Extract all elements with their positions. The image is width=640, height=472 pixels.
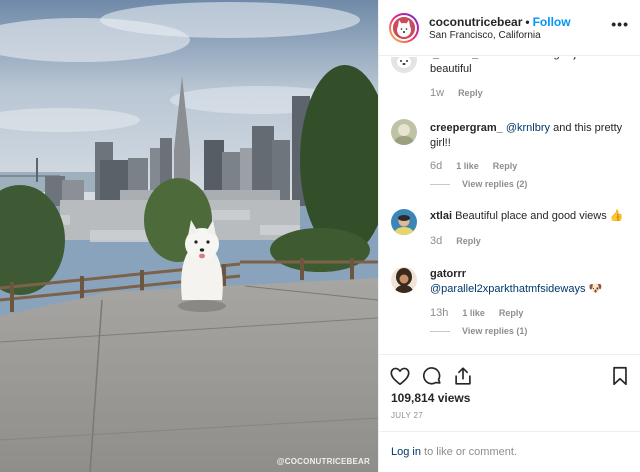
comment-avatar[interactable] <box>391 57 417 73</box>
post-date[interactable]: JULY 27 <box>391 411 423 420</box>
comment-username[interactable]: l_laroco_lr <box>430 57 486 60</box>
view-replies-button[interactable]: View replies (1) <box>430 326 527 336</box>
comment-likes[interactable]: 1 like <box>462 308 485 318</box>
post-actions: 109,814 views JULY 27 Log in to like or … <box>379 354 640 472</box>
replies-divider <box>430 331 450 333</box>
avatar-image <box>393 17 415 39</box>
reply-button[interactable]: Reply <box>456 236 481 246</box>
post-location[interactable]: San Francisco, California <box>429 30 541 41</box>
photo-scene <box>0 0 378 472</box>
comment-avatar[interactable] <box>391 209 417 235</box>
reply-button[interactable]: Reply <box>499 308 524 318</box>
bookmark-icon[interactable] <box>609 365 631 387</box>
header-user-line: coconutricebear • Follow <box>429 15 571 29</box>
comment-mention[interactable]: @parallel2xparkthatmfsideways <box>430 283 585 295</box>
login-link[interactable]: Log in <box>391 446 421 458</box>
comment-meta: 6d 1 like Reply <box>430 160 517 172</box>
comment-time[interactable]: 13h <box>430 307 448 319</box>
heart-icon[interactable] <box>389 365 411 387</box>
login-suffix: to like or comment. <box>424 446 517 458</box>
comment-message: Beautiful place and good views 👍 <box>455 210 624 222</box>
comment-text: l_laroco_lr Damn this dog is just so bea… <box>430 57 630 77</box>
avatar[interactable] <box>389 13 419 43</box>
comment-icon[interactable] <box>421 365 443 387</box>
view-replies-button[interactable]: View replies (2) <box>430 179 527 189</box>
comment-time[interactable]: 6d <box>430 160 442 172</box>
comment-message: 🐶 <box>588 283 603 295</box>
comment-text: xtlai Beautiful place and good views 👍 <box>430 209 630 224</box>
comment-text: gatorrr @parallel2xparkthatmfsideways 🐶 <box>430 267 630 297</box>
comment-avatar[interactable] <box>391 267 417 293</box>
comment-meta: 3d Reply <box>430 235 481 247</box>
view-replies-label: View replies (1) <box>462 326 528 336</box>
views-count[interactable]: 109,814 views <box>391 391 470 405</box>
comment-meta: 13h 1 like Reply <box>430 307 523 319</box>
login-prompt: Log in to like or comment. <box>391 446 517 458</box>
post-header: coconutricebear • Follow San Francisco, Ca… <box>379 0 640 56</box>
more-options-icon[interactable]: ••• <box>611 16 629 32</box>
post-photo[interactable]: @COCONUTRICEBEAR <box>0 0 378 472</box>
share-icon[interactable] <box>452 365 474 387</box>
comment-username[interactable]: xtlai <box>430 210 452 222</box>
reply-button[interactable]: Reply <box>493 161 518 171</box>
comment-text: creepergram_ @krnlbry and this pretty gi… <box>430 121 630 151</box>
comment-username[interactable]: creepergram_ <box>430 122 503 134</box>
comment-mention[interactable]: @krnlbry <box>506 122 550 134</box>
comment-meta: 1w Reply <box>430 87 483 99</box>
view-replies-label: View replies (2) <box>462 179 528 189</box>
follow-button[interactable]: Follow <box>533 15 571 29</box>
comment-time[interactable]: 1w <box>430 87 444 99</box>
login-bar: Log in to like or comment. <box>379 431 640 472</box>
reply-button[interactable]: Reply <box>458 88 483 98</box>
comment-username[interactable]: gatorrr <box>430 268 466 280</box>
post-side-panel: coconutricebear • Follow San Francisco, Ca… <box>378 0 640 472</box>
comment-likes[interactable]: 1 like <box>456 161 479 171</box>
comments-list[interactable]: l_laroco_lr Damn this dog is just so bea… <box>379 57 640 353</box>
comment-avatar[interactable] <box>391 119 417 145</box>
comment-time[interactable]: 3d <box>430 235 442 247</box>
header-separator: • <box>525 15 530 29</box>
post-username[interactable]: coconutricebear <box>429 15 522 29</box>
photo-watermark: @COCONUTRICEBEAR <box>276 457 370 466</box>
replies-divider <box>430 184 450 186</box>
